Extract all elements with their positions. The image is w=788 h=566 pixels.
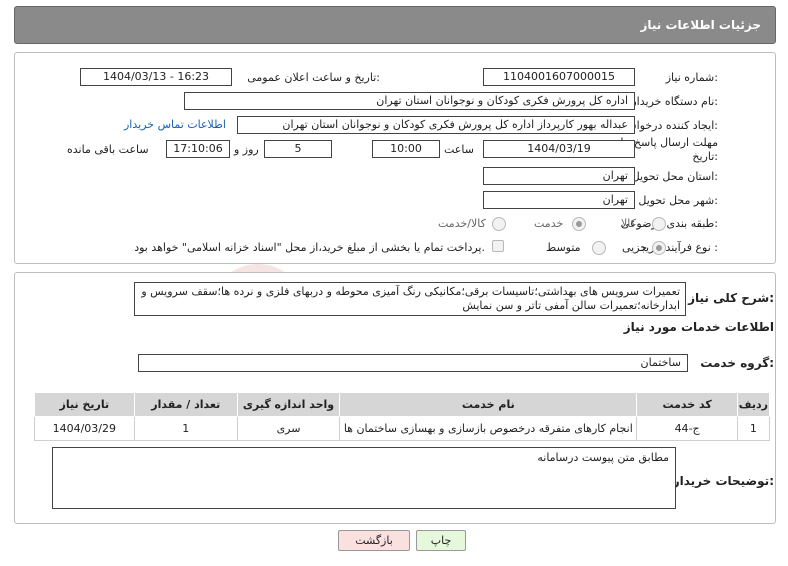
process-radio-minor[interactable] bbox=[652, 241, 666, 255]
print-button[interactable]: چاپ bbox=[416, 530, 466, 551]
buyer-contact-link[interactable]: اطلاعات تماس خریدار bbox=[124, 118, 226, 131]
city-field: تهران bbox=[483, 191, 635, 209]
service-group-field: ساختمان bbox=[138, 354, 688, 372]
process-option-medium: متوسط bbox=[546, 241, 581, 254]
days-label: روز و bbox=[234, 143, 259, 156]
table-row: 1404/03/29 1 سری انجام کارهای متفرقه درخ… bbox=[34, 416, 771, 441]
table-header-row: تاریخ نیاز تعداد / مقدار واحد اندازه گیر… bbox=[34, 392, 771, 417]
page-title: جزئیات اطلاعات نیاز bbox=[640, 18, 761, 32]
col-need-date: تاریخ نیاز bbox=[34, 392, 135, 417]
deadline-date-field: 1404/03/19 bbox=[483, 140, 635, 158]
city-label: شهر محل تحویل: bbox=[638, 194, 718, 207]
services-section-title: اطلاعات خدمات مورد نیاز bbox=[623, 320, 774, 334]
deadline-hour-label: ساعت bbox=[444, 143, 474, 156]
province-field: تهران bbox=[483, 167, 635, 185]
buyer-org-label: نام دستگاه خریدار: bbox=[631, 95, 718, 108]
buyer-org-field: اداره کل پرورش فکری کودکان و نوجوانان اس… bbox=[184, 92, 635, 110]
deadline-time-field: 10:00 bbox=[372, 140, 440, 158]
need-number-label: شماره نیاز: bbox=[665, 71, 718, 84]
col-row-number: ردیف bbox=[736, 392, 771, 417]
col-service-name: نام خدمت bbox=[339, 392, 638, 417]
summary-textarea[interactable]: تعمیرات سرویس های بهداشتی؛تاسیسات برقی؛م… bbox=[134, 282, 686, 316]
cell-need-date: 1404/03/29 bbox=[34, 416, 135, 441]
cell-row-number: 1 bbox=[736, 416, 771, 441]
process-radio-medium[interactable] bbox=[592, 241, 606, 255]
announce-datetime-field: 1404/03/13 - 16:23 bbox=[80, 68, 232, 86]
remaining-time-label: ساعت باقی مانده bbox=[67, 143, 149, 156]
category-option-goods: کالا bbox=[621, 217, 636, 230]
panel-title-bar: جزئیات اطلاعات نیاز bbox=[14, 6, 776, 44]
need-number-field: 1104001607000015 bbox=[483, 68, 635, 86]
buyer-notes-textarea[interactable]: مطابق متن پیوست درسامانه bbox=[52, 447, 676, 509]
back-button[interactable]: بازگشت bbox=[338, 530, 410, 551]
services-table: تاریخ نیاز تعداد / مقدار واحد اندازه گیر… bbox=[34, 392, 771, 441]
cell-service-code: ج-44 bbox=[636, 416, 738, 441]
col-unit: واحد اندازه گیری bbox=[236, 392, 341, 417]
cell-service-name: انجام کارهای متفرقه درخصوص بازسازی و بهس… bbox=[339, 416, 638, 441]
buyer-notes-label: توضیحات خریدار: bbox=[672, 474, 774, 488]
category-radio-service[interactable] bbox=[572, 217, 586, 231]
category-radio-goods-service[interactable] bbox=[492, 217, 506, 231]
category-option-goods-service: کالا/خدمت bbox=[438, 217, 486, 230]
remaining-time-field: 17:10:06 bbox=[166, 140, 230, 158]
creator-field: عبداله بهور کارپرداز اداره کل پرورش فکری… bbox=[237, 116, 635, 134]
announce-datetime-label: تاریخ و ساعت اعلان عمومی: bbox=[247, 71, 380, 84]
treasury-payment-checkbox[interactable] bbox=[492, 240, 504, 252]
cell-quantity: 1 bbox=[133, 416, 238, 441]
province-label: استان محل تحویل: bbox=[631, 170, 718, 183]
summary-label: شرح کلی نیاز: bbox=[688, 291, 774, 305]
process-option-minor: جزیی bbox=[622, 241, 648, 254]
service-group-label: گروه خدمت: bbox=[700, 356, 774, 370]
cell-unit: سری bbox=[236, 416, 341, 441]
category-radio-goods[interactable] bbox=[652, 217, 666, 231]
col-quantity: تعداد / مقدار bbox=[133, 392, 238, 417]
remaining-days-field: 5 bbox=[264, 140, 332, 158]
category-option-service: خدمت bbox=[534, 217, 564, 230]
treasury-payment-note: پرداخت تمام یا بخشی از مبلغ خرید،از محل … bbox=[134, 241, 485, 254]
col-service-code: کد خدمت bbox=[636, 392, 738, 417]
